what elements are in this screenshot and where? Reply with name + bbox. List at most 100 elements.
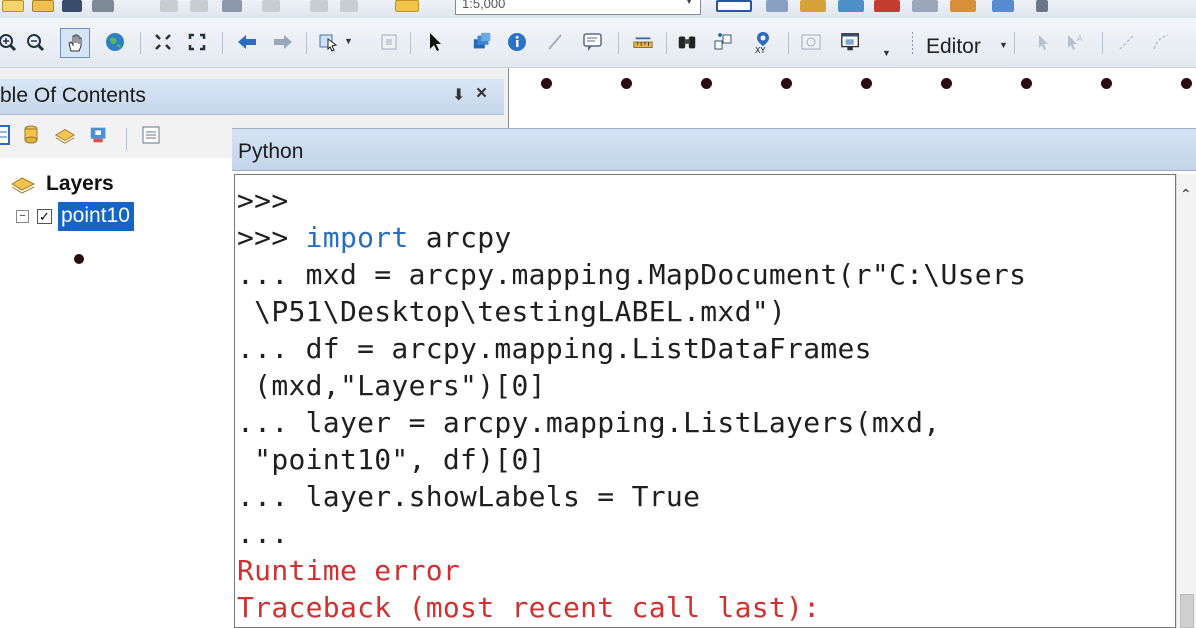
- modelbuilder-icon[interactable]: [950, 0, 976, 12]
- html-popup-icon[interactable]: [582, 31, 604, 53]
- list-by-selection-icon[interactable]: [88, 124, 110, 146]
- console-line: "point10", df)[0]: [237, 443, 546, 476]
- python-console[interactable]: >>> >>> import arcpy ... mxd = arcpy.map…: [234, 174, 1176, 628]
- scrollbar-thumb[interactable]: [1180, 594, 1194, 628]
- editor-toolbar-icon[interactable]: [716, 0, 752, 12]
- chevron-down-icon[interactable]: ▼: [344, 36, 353, 46]
- prompt-text: >>>: [237, 221, 306, 254]
- arctoolbox-icon[interactable]: [874, 0, 900, 12]
- open-folder-icon[interactable]: [32, 0, 54, 12]
- whats-this-icon[interactable]: [992, 0, 1014, 12]
- console-line: >>>: [237, 184, 289, 217]
- scroll-up-arrow-icon[interactable]: ⌃: [1180, 186, 1192, 203]
- delete-icon[interactable]: [262, 0, 280, 12]
- close-icon[interactable]: ×: [476, 83, 487, 105]
- go-back-arrow-icon[interactable]: [236, 31, 258, 53]
- list-by-visibility-icon[interactable]: [54, 124, 76, 146]
- console-line: ... df = arcpy.mapping.ListDataFrames: [237, 332, 872, 365]
- collapse-minus-icon[interactable]: −: [16, 210, 29, 223]
- zoom-out-icon[interactable]: [24, 31, 46, 53]
- map-point-feature: [701, 78, 712, 89]
- clear-selection-icon[interactable]: [378, 31, 400, 53]
- console-line: ... mxd = arcpy.mapping.MapDocument(r"C:…: [237, 258, 1027, 291]
- console-line: \P51\Desktop\testingLABEL.mxd"): [237, 295, 787, 328]
- toolbar-options-chevron-icon[interactable]: ▼: [882, 48, 891, 58]
- list-by-drawing-order-icon[interactable]: [0, 124, 16, 146]
- chevron-down-icon: ▼: [684, 0, 694, 7]
- table-of-contents-icon[interactable]: [766, 0, 788, 12]
- editor-menu-button[interactable]: Editor: [926, 35, 981, 59]
- table-of-contents-tree: Layers − ✓ point10: [0, 158, 232, 628]
- map-point-feature: [1181, 78, 1192, 89]
- edit-annotation-tool-icon[interactable]: A: [1064, 31, 1086, 53]
- identify-layers-icon[interactable]: [472, 31, 494, 53]
- python-window: Python >>> >>> import arcpy ... mxd = ar…: [232, 128, 1196, 628]
- fixed-zoom-in-icon[interactable]: [152, 31, 174, 53]
- python-window-title: Python: [238, 140, 304, 163]
- toolbar-separator: [126, 128, 127, 150]
- layer-visibility-checkbox[interactable]: ✓: [37, 209, 52, 224]
- svg-text:XY: XY: [755, 46, 765, 54]
- find-binoculars-icon[interactable]: [676, 31, 698, 53]
- layers-label: Layers: [46, 172, 114, 195]
- redo-icon[interactable]: [340, 0, 358, 12]
- edit-tool-icon[interactable]: [1032, 31, 1054, 53]
- console-line: ...: [237, 517, 289, 550]
- new-document-icon[interactable]: [2, 0, 24, 12]
- find-route-icon[interactable]: [712, 31, 734, 53]
- data-frame-layers[interactable]: Layers: [10, 172, 114, 196]
- layer-name-label[interactable]: point10: [58, 202, 134, 231]
- zoom-in-icon[interactable]: [0, 31, 18, 53]
- tools-toolbar: ▼ XY ▼ Editor ▼ A: [0, 18, 1196, 68]
- straight-segment-icon[interactable]: [1116, 31, 1138, 53]
- toolbar-separator: [222, 32, 223, 54]
- console-scrollbar[interactable]: ⌃: [1176, 174, 1196, 628]
- toolbar-separator: [410, 32, 411, 54]
- layer-row-point10[interactable]: − ✓ point10: [16, 202, 134, 231]
- fixed-zoom-out-icon[interactable]: [186, 31, 208, 53]
- console-line-import: >>> import arcpy: [237, 220, 512, 256]
- go-forward-arrow-icon[interactable]: [272, 31, 294, 53]
- select-features-icon[interactable]: [318, 31, 340, 53]
- table-of-contents-title: ble Of Contents: [0, 84, 146, 107]
- create-viewer-window-icon[interactable]: [840, 31, 862, 53]
- map-point-feature: [781, 78, 792, 89]
- map-display[interactable]: [508, 68, 1196, 128]
- toc-options-icon[interactable]: [140, 124, 162, 146]
- auto-hide-pin-icon[interactable]: ⬇: [452, 85, 465, 105]
- save-icon[interactable]: [62, 0, 82, 12]
- identify-info-icon[interactable]: [506, 31, 528, 53]
- editor-dropdown-chevron-icon[interactable]: ▼: [999, 40, 1008, 50]
- end-point-arc-icon[interactable]: [1150, 31, 1172, 53]
- hyperlink-icon[interactable]: [544, 31, 566, 53]
- go-to-xy-icon[interactable]: XY: [752, 31, 774, 54]
- map-point-feature: [541, 78, 552, 89]
- map-point-feature: [1021, 78, 1032, 89]
- python-window-titlebar[interactable]: Python: [232, 128, 1196, 171]
- paste-icon[interactable]: [222, 0, 242, 12]
- copy-icon[interactable]: [190, 0, 208, 12]
- search-window-icon[interactable]: [838, 0, 864, 12]
- map-scale-dropdown[interactable]: 1:5,000 ▼: [455, 0, 701, 15]
- toolbar-separator: [618, 32, 619, 54]
- select-elements-arrow-icon[interactable]: [424, 31, 446, 53]
- toolbar-options-icon[interactable]: [1036, 0, 1048, 12]
- measure-ruler-icon[interactable]: [632, 31, 654, 53]
- undo-icon[interactable]: [310, 0, 328, 12]
- cut-icon[interactable]: [160, 0, 178, 12]
- point-symbol-icon: [74, 254, 84, 264]
- open-time-slider-icon[interactable]: [800, 31, 822, 53]
- print-icon[interactable]: [92, 0, 114, 12]
- svg-text:A: A: [1077, 34, 1083, 43]
- table-of-contents-header: ble Of Contents ⬇ ×: [0, 79, 504, 115]
- map-point-feature: [1101, 78, 1112, 89]
- console-line: ... layer = arcpy.mapping.ListLayers(mxd…: [237, 406, 941, 439]
- runtime-error-line: Runtime error: [237, 554, 461, 587]
- map-scale-value: 1:5,000: [462, 0, 506, 11]
- full-extent-globe-icon[interactable]: [104, 31, 126, 53]
- python-window-icon[interactable]: [912, 0, 938, 12]
- add-data-icon[interactable]: [395, 0, 419, 12]
- pan-hand-icon[interactable]: [60, 28, 90, 58]
- catalog-icon[interactable]: [800, 0, 826, 12]
- list-by-source-icon[interactable]: [20, 124, 42, 146]
